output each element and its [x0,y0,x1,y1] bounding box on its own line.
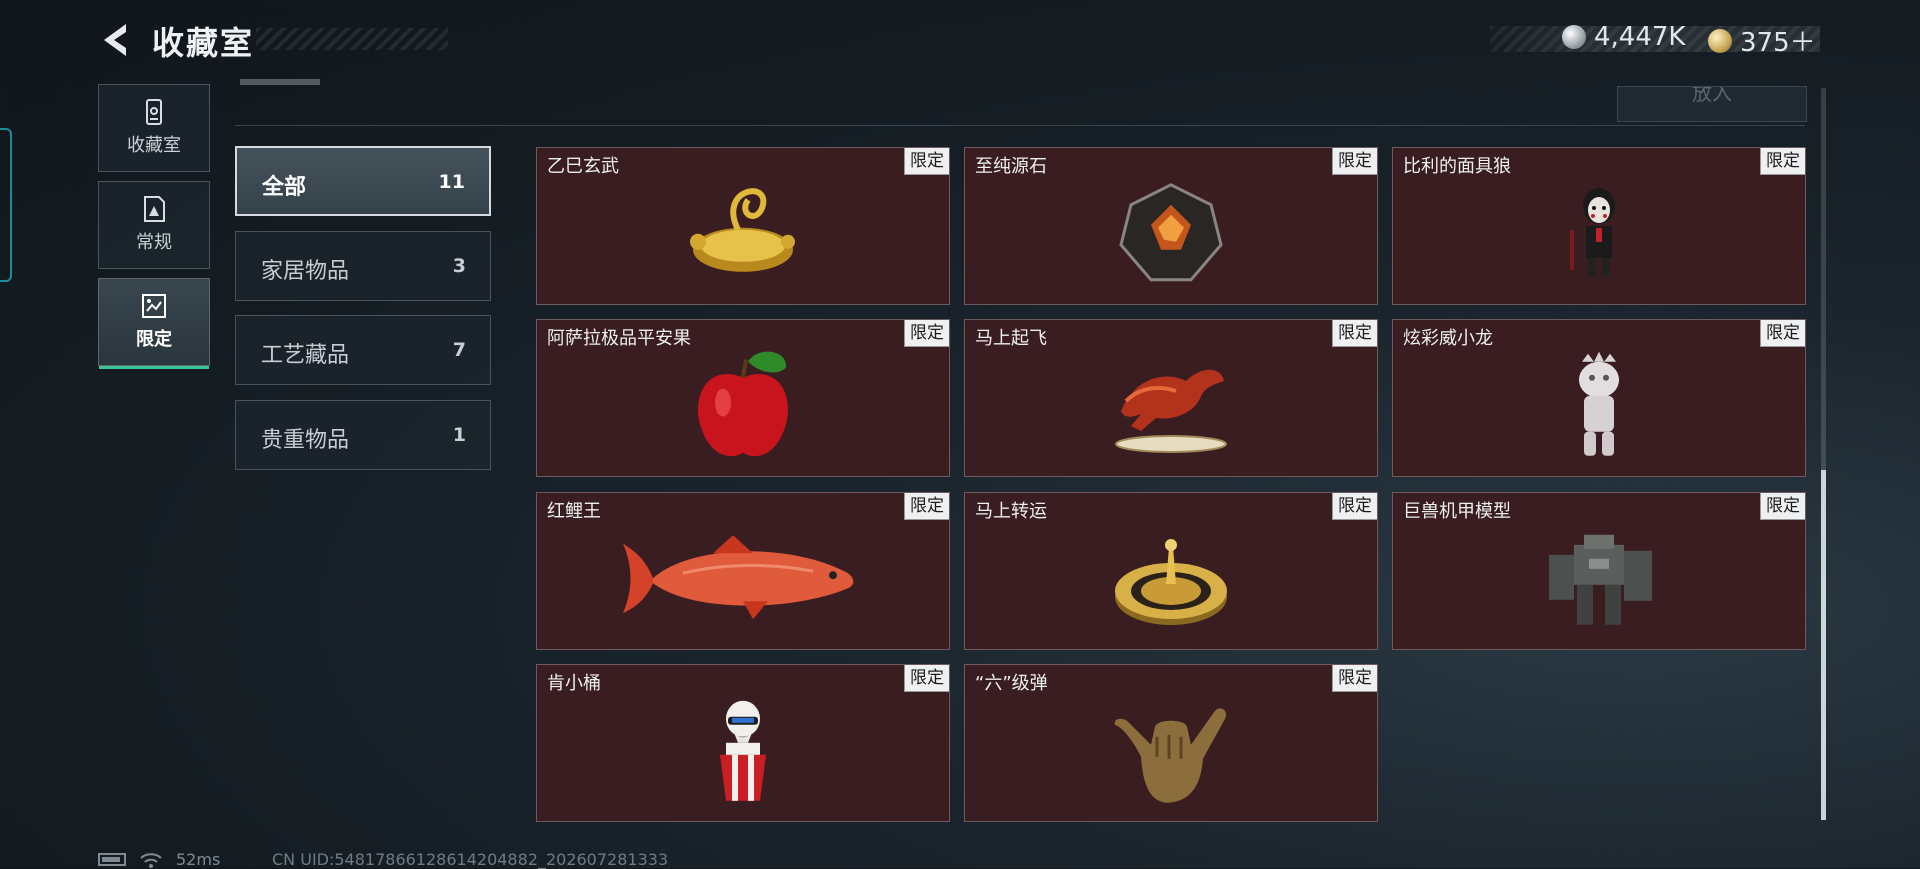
item-name: 红鲤王 [547,501,601,522]
item-card[interactable]: 至纯源石 限定 [964,147,1378,305]
silver-coin-icon [1562,25,1586,49]
item-name: 阿萨拉极品平安果 [547,328,691,349]
regular-icon [144,196,165,222]
gold-coin-icon [1708,28,1732,53]
user-uid: CN UID:54817866128614204882_202607281333 [272,850,669,869]
content-header [235,80,1805,126]
item-name: 巨兽机甲模型 [1403,501,1511,522]
limited-tag: 限定 [1332,320,1377,347]
dragon-figurine-icon [1579,351,1619,456]
item-card[interactable]: 红鲤王 限定 [536,492,950,650]
crystal-stone-icon [1119,183,1223,282]
category-name: 工艺藏品 [261,343,350,368]
limited-icon [142,294,166,318]
limited-tag: 限定 [904,320,949,347]
nav-tab-limited[interactable]: 限定 [98,278,210,369]
category-home[interactable]: 家居物品 3 [235,231,491,301]
nav-tab-label: 常规 [136,232,172,253]
limited-tag: 限定 [1332,493,1377,520]
limited-tag: 限定 [1760,320,1805,347]
cut-off-label-icon [240,79,320,85]
put-in-button[interactable]: 放入 [1617,86,1807,122]
limited-tag: 限定 [904,148,949,175]
limited-tag: 限定 [1760,493,1805,520]
scrollbar-thumb[interactable] [1821,470,1826,820]
shaka-hand-icon [1114,708,1227,803]
item-name: 乙巳玄武 [547,156,619,177]
nav-tab-label: 限定 [136,329,172,350]
item-name: 炫彩威小龙 [1403,328,1493,349]
category-name: 贵重物品 [261,428,350,453]
item-card[interactable]: 马上转运 限定 [964,492,1378,650]
category-all[interactable]: 全部 11 [235,146,491,216]
masked-puppet-icon [1570,188,1615,276]
item-card[interactable]: 肯小桶 限定 [536,664,950,822]
gold-currency[interactable]: 375＋ [1708,22,1816,59]
bucket-figure-icon [720,700,766,801]
nav-tab-regular[interactable]: 常规 [98,181,210,269]
category-name: 家居物品 [261,259,350,284]
item-name: 至纯源石 [975,156,1047,177]
top-bar: 收藏室 4,447K 375＋ [0,0,1920,80]
item-card[interactable]: 马上起飞 限定 [964,319,1378,477]
category-valuables[interactable]: 贵重物品 1 [235,400,491,470]
item-card[interactable]: 乙巳玄武 限定 [536,147,950,305]
nav-tab-collection-room[interactable]: 收藏室 [98,84,210,172]
item-card[interactable]: 阿萨拉极品平安果 限定 [536,319,950,477]
mech-model-icon [1549,534,1652,625]
battery-icon [98,853,126,866]
category-count: 1 [452,424,466,446]
red-apple-icon [697,351,789,457]
ping-value: 52ms [176,850,221,869]
title-decoration [256,28,448,50]
category-name: 全部 [262,175,307,200]
limited-tag: 限定 [1332,148,1377,175]
sort-label-cut [238,76,328,88]
status-bar: 52ms [98,850,220,869]
limited-tag: 限定 [904,493,949,520]
red-carp-icon [623,535,854,620]
category-count: 3 [452,255,466,277]
side-edge-accent [0,128,12,282]
category-count: 7 [452,339,466,361]
back-arrow-icon[interactable] [96,20,136,60]
category-craft[interactable]: 工艺藏品 7 [235,315,491,385]
flying-horse-icon [1115,369,1227,453]
item-name: “六”级弹 [975,673,1048,694]
item-card[interactable]: 炫彩威小龙 限定 [1392,319,1806,477]
nav-tab-label: 收藏室 [127,135,181,156]
category-count: 11 [438,171,465,193]
gold-currency-value: 375＋ [1740,28,1816,58]
silver-currency[interactable]: 4,447K [1562,22,1685,52]
item-card[interactable]: 巨兽机甲模型 限定 [1392,492,1806,650]
golden-spinner-icon [1115,539,1227,625]
item-name: 马上起飞 [975,328,1047,349]
golden-snake-tortoise-icon [690,188,795,272]
limited-tag: 限定 [1332,665,1377,692]
wifi-icon [140,852,162,868]
limited-tag: 限定 [1760,148,1805,175]
limited-tag: 限定 [904,665,949,692]
page-title: 收藏室 [152,24,255,62]
item-name: 马上转运 [975,501,1047,522]
item-name: 肯小桶 [547,673,601,694]
item-card[interactable]: “六”级弹 限定 [964,664,1378,822]
item-name: 比利的面具狼 [1403,156,1511,177]
silver-currency-value: 4,447K [1594,22,1686,52]
item-card[interactable]: 比利的面具狼 限定 [1392,147,1806,305]
collection-room-icon [146,99,162,125]
